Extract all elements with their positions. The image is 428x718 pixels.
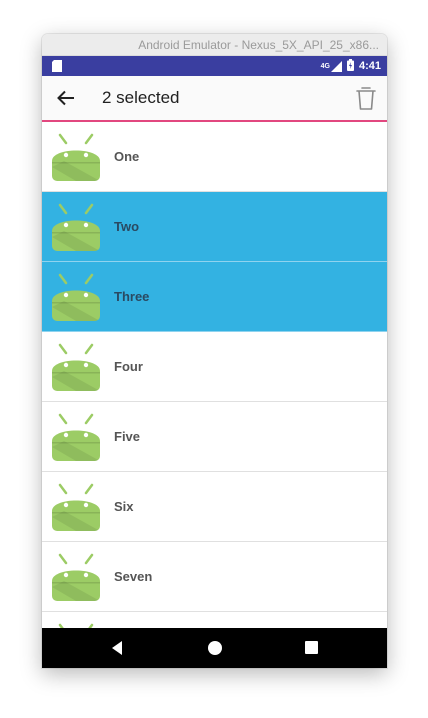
nav-back-icon[interactable] bbox=[110, 640, 124, 661]
network-type-label: 4G bbox=[320, 62, 330, 70]
action-bar: 2 selected bbox=[42, 76, 387, 122]
list-item[interactable]: One bbox=[42, 122, 387, 192]
navigation-bar bbox=[42, 628, 387, 668]
list-item-label: Four bbox=[114, 359, 143, 374]
list-item-label: Seven bbox=[114, 569, 153, 584]
list-item-label: Three bbox=[114, 289, 150, 304]
list-item[interactable]: Two bbox=[42, 192, 387, 262]
battery-icon bbox=[346, 58, 354, 74]
nav-home-icon[interactable] bbox=[207, 640, 223, 661]
list-item[interactable]: Six bbox=[42, 472, 387, 542]
list-item[interactable]: Three bbox=[42, 262, 387, 332]
list-item-label: One bbox=[114, 149, 140, 164]
android-icon bbox=[50, 131, 102, 183]
android-icon bbox=[50, 411, 102, 463]
clock: 4:41 bbox=[358, 60, 381, 72]
android-icon bbox=[50, 271, 102, 323]
nav-recents-icon[interactable] bbox=[304, 640, 319, 660]
selection-count-title: 2 selected bbox=[102, 88, 180, 107]
list-item[interactable]: Seven bbox=[42, 542, 387, 612]
android-icon bbox=[50, 341, 102, 393]
list-item-label: Six bbox=[114, 499, 134, 514]
status-bar: 4G 4:41 bbox=[42, 56, 387, 76]
trash-icon[interactable] bbox=[355, 85, 377, 111]
android-icon bbox=[50, 551, 102, 603]
window-title: Android Emulator - Nexus_5X_API_25_x86..… bbox=[42, 34, 387, 56]
item-list: One Two Three Four Five Six Seven bbox=[42, 122, 387, 668]
emulator-window: Android Emulator - Nexus_5X_API_25_x86..… bbox=[42, 34, 387, 668]
sd-card-icon bbox=[52, 60, 62, 75]
list-item[interactable]: Five bbox=[42, 402, 387, 472]
signal-icon: 4G bbox=[320, 60, 342, 72]
list-item-label: Two bbox=[114, 219, 140, 234]
android-icon bbox=[50, 201, 102, 253]
list-item-label: Five bbox=[114, 429, 141, 444]
back-arrow-icon[interactable] bbox=[54, 86, 78, 110]
list-item[interactable]: Four bbox=[42, 332, 387, 402]
android-icon bbox=[50, 481, 102, 533]
